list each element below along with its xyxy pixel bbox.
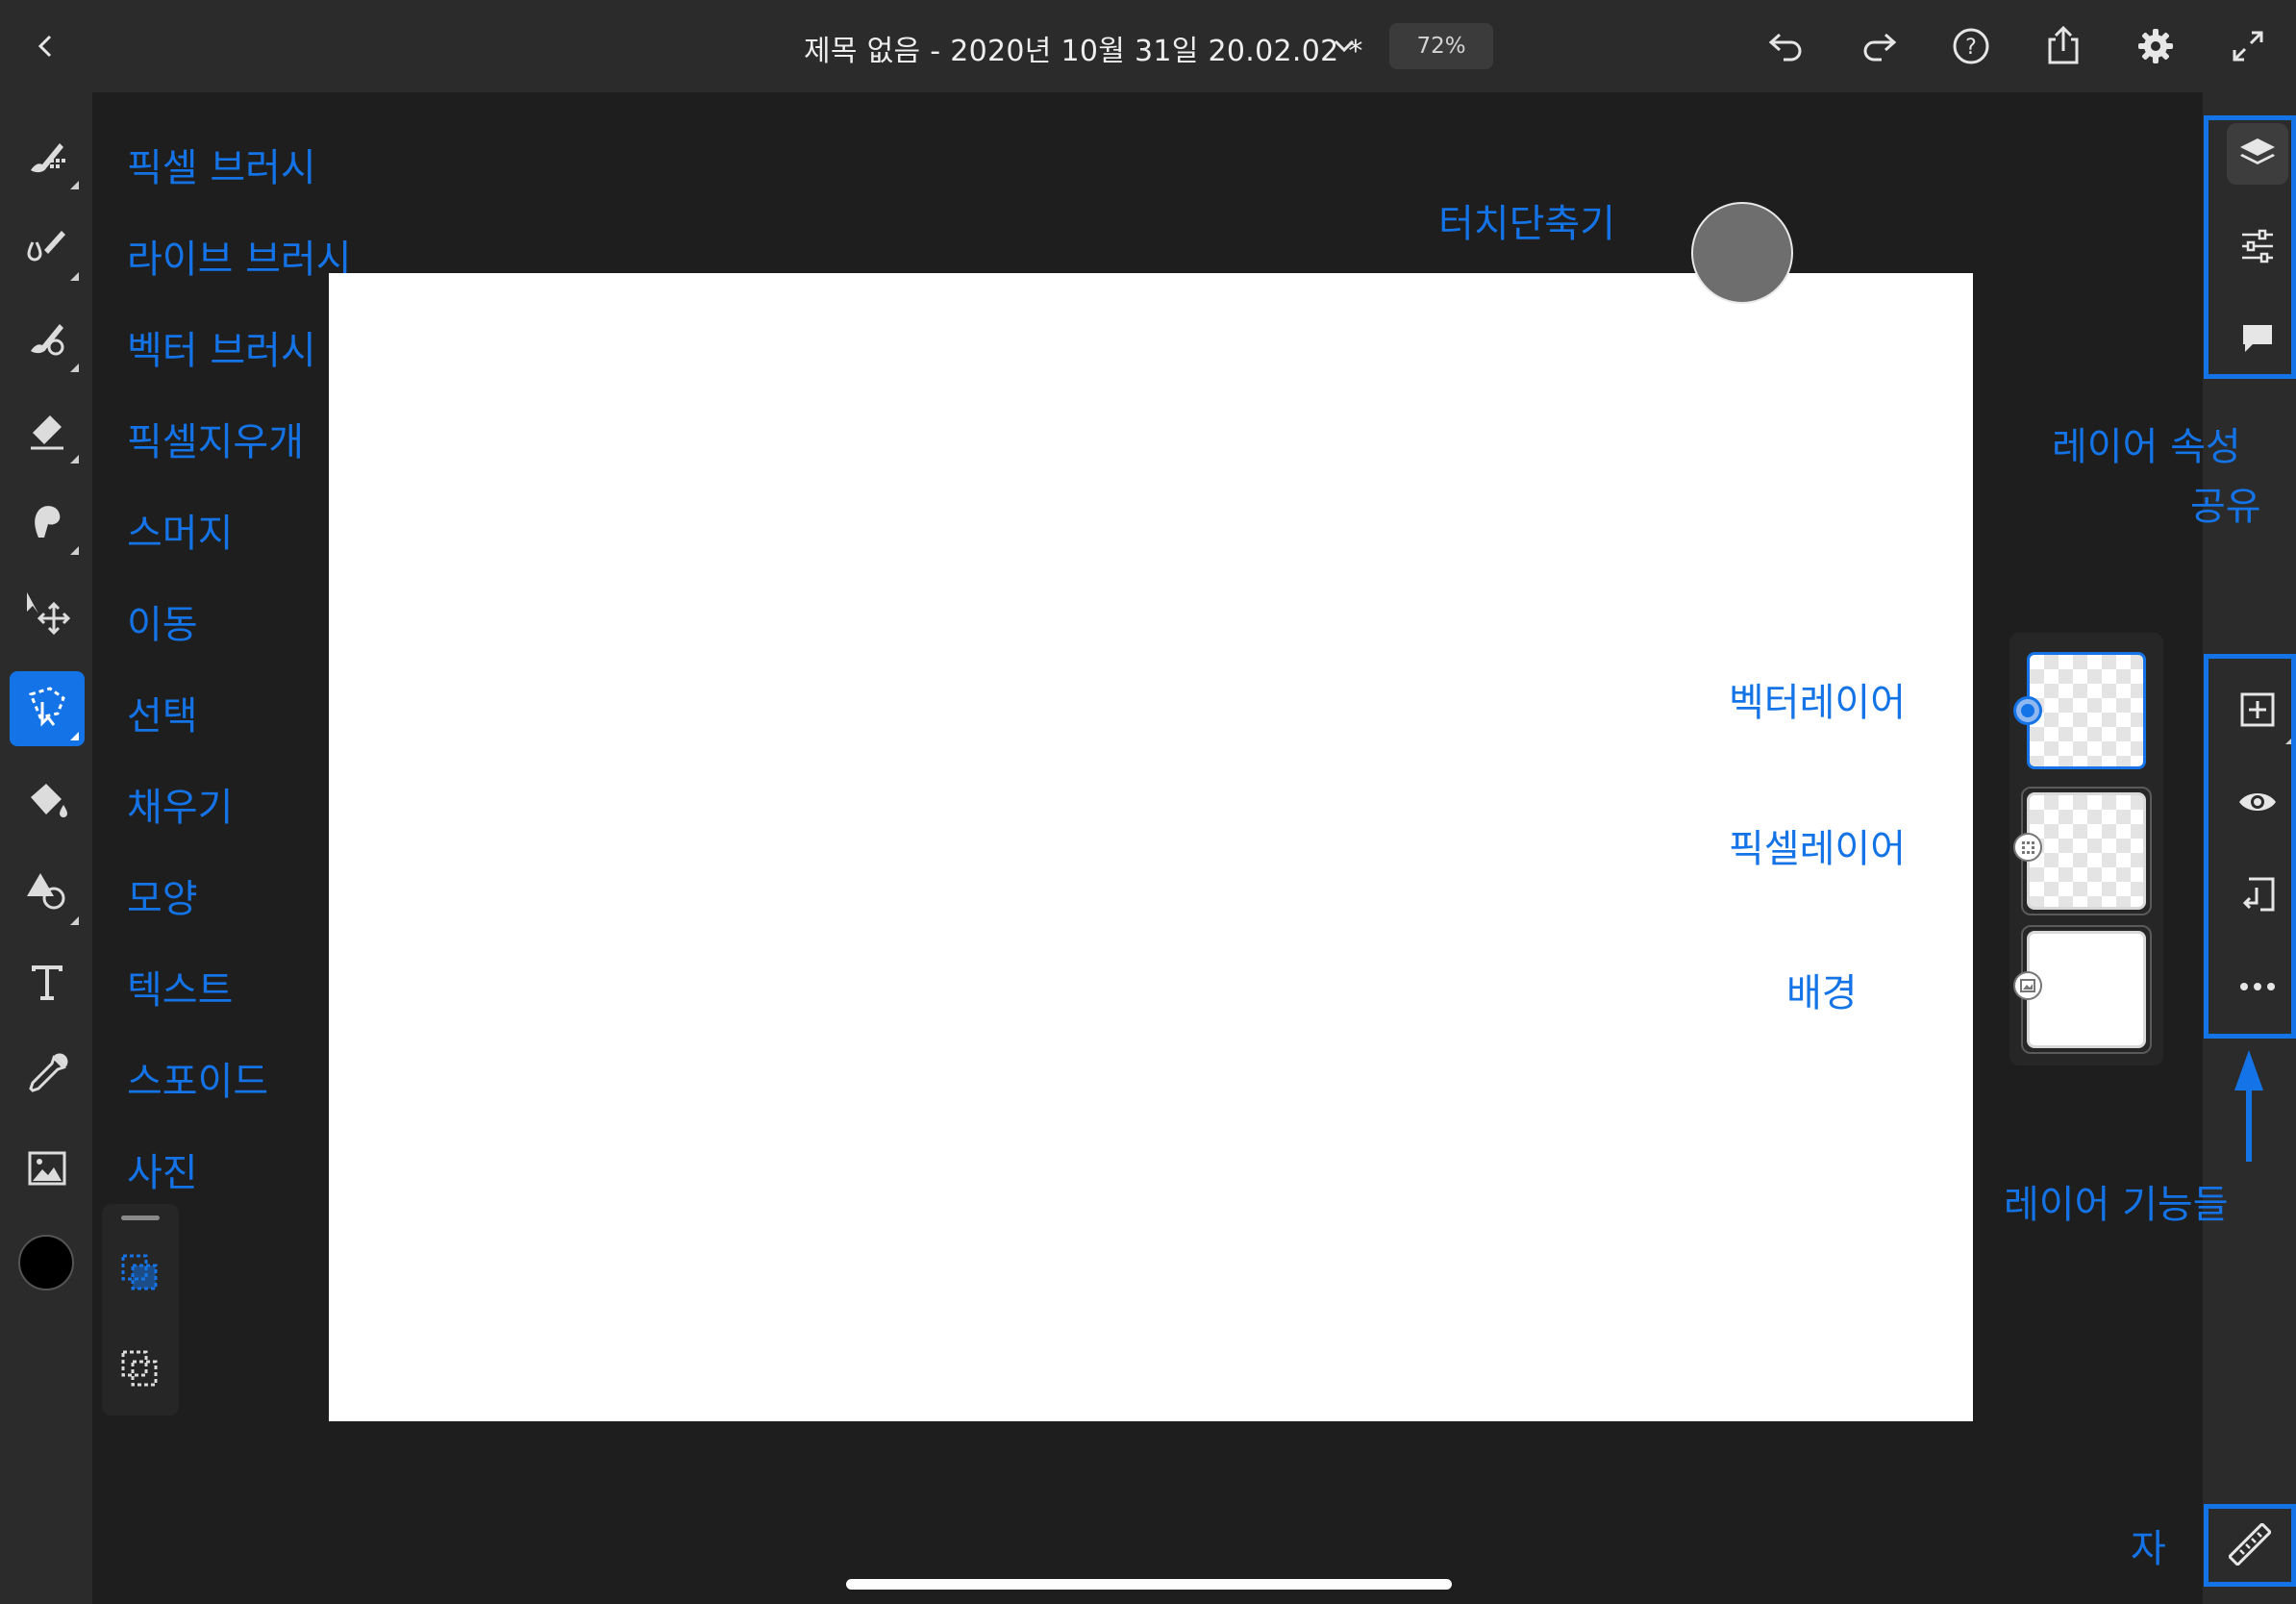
top-bar: 제목 없음 - 2020년 10월 31일 20.02.02 * 72% ?	[0, 0, 2296, 92]
vector-layer-thumbnail[interactable]	[2027, 652, 2146, 769]
share-icon[interactable]	[2036, 21, 2090, 69]
layers-panel	[2009, 633, 2163, 1065]
subtract-selection-icon[interactable]	[119, 1348, 162, 1394]
pixel-brush-tool[interactable]	[10, 120, 85, 195]
vector-layer-badge-icon	[2013, 696, 2042, 725]
move-tool[interactable]	[10, 577, 85, 652]
shape-icon	[25, 869, 69, 917]
live-brush-icon	[25, 225, 69, 273]
panel-handle[interactable]	[121, 1216, 160, 1220]
select-icon	[25, 685, 69, 733]
pixel-brush-icon	[25, 134, 69, 182]
layer-properties-share-highlight	[2204, 115, 2296, 379]
tool-label: 픽셀 브러시	[127, 146, 316, 190]
smudge-tool[interactable]	[10, 486, 85, 561]
svg-text:?: ?	[1965, 36, 1977, 60]
touch-shortcut-label: 터치단축기	[1438, 202, 1615, 246]
settings-icon[interactable]	[2129, 23, 2183, 69]
tool-label: 이동	[127, 603, 198, 647]
tool-label: 텍스트	[127, 968, 234, 1013]
tool-label: 모양	[127, 877, 198, 921]
fill-tool[interactable]	[10, 764, 85, 840]
drawing-canvas[interactable]	[329, 273, 1973, 1421]
arrow-up-icon	[2229, 1046, 2269, 1167]
touch-shortcut-button[interactable]	[1691, 202, 1793, 304]
pixel-layer-badge-icon	[2013, 833, 2042, 862]
live-brush-tool[interactable]	[10, 212, 85, 287]
photo-icon	[27, 1150, 67, 1190]
pixel-eraser-icon	[25, 408, 69, 456]
background-layer-label: 배경	[1786, 971, 1858, 1015]
tool-label: 라이브 브러시	[127, 238, 352, 282]
tool-label: 채우기	[127, 786, 234, 830]
add-selection-icon[interactable]	[119, 1252, 162, 1298]
color-swatch[interactable]	[18, 1235, 74, 1291]
layer-functions-highlight	[2204, 654, 2296, 1039]
tool-label: 픽셀지우개	[127, 420, 304, 464]
pixel-eraser-tool[interactable]	[10, 394, 85, 469]
undo-icon[interactable]	[1759, 23, 1813, 69]
tool-label: 스포이드	[127, 1060, 269, 1104]
layer-properties-share-label: 레이어 속성	[2052, 425, 2241, 469]
pixel-layer-label: 픽셀레이어	[1729, 827, 1906, 871]
pixel-layer-thumbnail[interactable]	[2027, 792, 2146, 910]
eyedropper-icon	[25, 1052, 69, 1100]
ruler-highlight	[2204, 1504, 2296, 1587]
background-layer-badge-icon	[2013, 971, 2042, 1000]
select-tool[interactable]	[10, 671, 85, 746]
zoom-level[interactable]: 72%	[1389, 23, 1493, 69]
vector-layer-label: 벡터레이어	[1729, 681, 1906, 725]
layer-properties-share-label-2: 공유	[2190, 485, 2261, 529]
help-icon[interactable]: ?	[1944, 23, 1998, 69]
fullscreen-icon[interactable]	[2221, 23, 2275, 69]
tool-label: 사진	[127, 1151, 198, 1195]
move-icon	[23, 589, 71, 640]
fill-icon	[25, 778, 69, 826]
redo-icon[interactable]	[1852, 23, 1906, 69]
tool-label: 벡터 브러시	[127, 329, 316, 373]
vector-brush-tool[interactable]	[10, 303, 85, 378]
home-indicator	[846, 1579, 1452, 1590]
photo-tool[interactable]	[10, 1133, 85, 1208]
layer-functions-label: 레이어 기능들	[2004, 1183, 2229, 1227]
chevron-down-icon[interactable]	[1325, 29, 1363, 63]
text-icon	[28, 964, 66, 1006]
document-title[interactable]: 제목 없음 - 2020년 10월 31일 20.02.02 *	[804, 27, 1363, 68]
vector-brush-icon	[25, 316, 69, 364]
smudge-icon	[25, 499, 69, 547]
back-icon[interactable]	[23, 23, 69, 69]
eyedropper-tool[interactable]	[10, 1039, 85, 1114]
tool-label: 스머지	[127, 512, 234, 556]
ruler-label: 자	[2131, 1527, 2166, 1571]
tool-label: 선택	[127, 694, 198, 739]
text-tool[interactable]	[10, 947, 85, 1022]
shape-tool[interactable]	[10, 856, 85, 931]
selection-mode-panel	[102, 1204, 179, 1416]
background-layer-thumbnail[interactable]	[2027, 931, 2146, 1048]
